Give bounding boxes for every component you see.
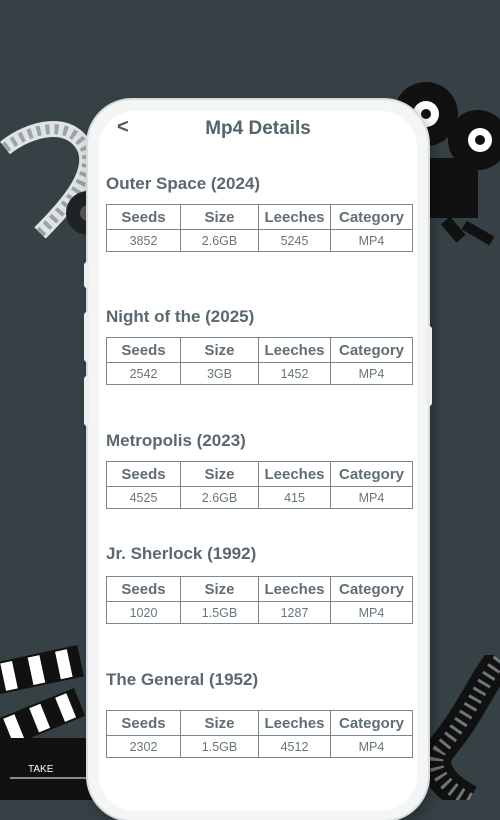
- details-table: Seeds Size Leeches Category 4525 2.6GB 4…: [106, 461, 413, 509]
- table-row: 2302 1.5GB 4512 MP4: [106, 735, 413, 758]
- details-table: Seeds Size Leeches Category 1020 1.5GB 1…: [106, 576, 413, 624]
- table-header-row: Seeds Size Leeches Category: [106, 461, 413, 487]
- size-cell: 1.5GB: [180, 735, 259, 758]
- table-header-row: Seeds Size Leeches Category: [106, 576, 413, 602]
- column-header-size: Size: [180, 576, 259, 602]
- page-title: Mp4 Details: [205, 118, 311, 139]
- column-header-leeches: Leeches: [258, 204, 331, 230]
- column-header-leeches: Leeches: [258, 576, 331, 602]
- column-header-category: Category: [330, 337, 413, 363]
- column-header-leeches: Leeches: [258, 710, 331, 736]
- category-cell: MP4: [330, 735, 413, 758]
- movie-title: Outer Space (2024): [106, 174, 261, 193]
- column-header-seeds: Seeds: [106, 337, 181, 363]
- category-cell: MP4: [330, 229, 413, 252]
- size-cell: 2.6GB: [180, 229, 259, 252]
- column-header-seeds: Seeds: [106, 710, 181, 736]
- phone-side-button: [426, 326, 432, 406]
- column-header-size: Size: [180, 204, 259, 230]
- table-row: 1020 1.5GB 1287 MP4: [106, 601, 413, 624]
- details-table: Seeds Size Leeches Category 2302 1.5GB 4…: [106, 710, 413, 758]
- size-cell: 1.5GB: [180, 601, 259, 624]
- table-header-row: Seeds Size Leeches Category: [106, 710, 413, 736]
- column-header-category: Category: [330, 461, 413, 487]
- seeds-cell: 2302: [106, 735, 181, 758]
- seeds-cell: 4525: [106, 486, 181, 509]
- details-table: Seeds Size Leeches Category 2542 3GB 145…: [106, 337, 413, 385]
- column-header-seeds: Seeds: [106, 204, 181, 230]
- seeds-cell: 1020: [106, 601, 181, 624]
- movie-title: Metropolis (2023): [106, 431, 246, 450]
- leeches-cell: 415: [258, 486, 331, 509]
- app-screen: < Mp4 Details Outer Space (2024) Seeds S…: [99, 111, 417, 811]
- table-row: 4525 2.6GB 415 MP4: [106, 486, 413, 509]
- size-cell: 3GB: [180, 362, 259, 385]
- column-header-category: Category: [330, 710, 413, 736]
- table-header-row: Seeds Size Leeches Category: [106, 204, 413, 230]
- phone-side-button: [84, 312, 90, 362]
- column-header-size: Size: [180, 461, 259, 487]
- category-cell: MP4: [330, 601, 413, 624]
- app-header: < Mp4 Details: [99, 111, 417, 147]
- leeches-cell: 1287: [258, 601, 331, 624]
- leeches-cell: 1452: [258, 362, 331, 385]
- phone-side-button: [84, 262, 90, 288]
- column-header-seeds: Seeds: [106, 576, 181, 602]
- category-cell: MP4: [330, 486, 413, 509]
- leeches-cell: 5245: [258, 229, 331, 252]
- seeds-cell: 3852: [106, 229, 181, 252]
- column-header-size: Size: [180, 710, 259, 736]
- table-header-row: Seeds Size Leeches Category: [106, 337, 413, 363]
- column-header-leeches: Leeches: [258, 337, 331, 363]
- category-cell: MP4: [330, 362, 413, 385]
- details-table: Seeds Size Leeches Category 3852 2.6GB 5…: [106, 204, 413, 252]
- clapperboard-label: TAKE: [28, 764, 54, 775]
- movie-title: Night of the (2025): [106, 307, 255, 326]
- seeds-cell: 2542: [106, 362, 181, 385]
- column-header-leeches: Leeches: [258, 461, 331, 487]
- table-row: 3852 2.6GB 5245 MP4: [106, 229, 413, 252]
- column-header-size: Size: [180, 337, 259, 363]
- column-header-category: Category: [330, 204, 413, 230]
- clapperboard-decoration-icon: TAKE: [0, 645, 100, 800]
- phone-side-button: [84, 376, 90, 426]
- table-row: 2542 3GB 1452 MP4: [106, 362, 413, 385]
- movie-title: The General (1952): [106, 670, 259, 689]
- film-strip-decoration-icon: [430, 655, 500, 800]
- movie-title: Jr. Sherlock (1992): [106, 544, 257, 563]
- size-cell: 2.6GB: [180, 486, 259, 509]
- leeches-cell: 4512: [258, 735, 331, 758]
- column-header-seeds: Seeds: [106, 461, 181, 487]
- column-header-category: Category: [330, 576, 413, 602]
